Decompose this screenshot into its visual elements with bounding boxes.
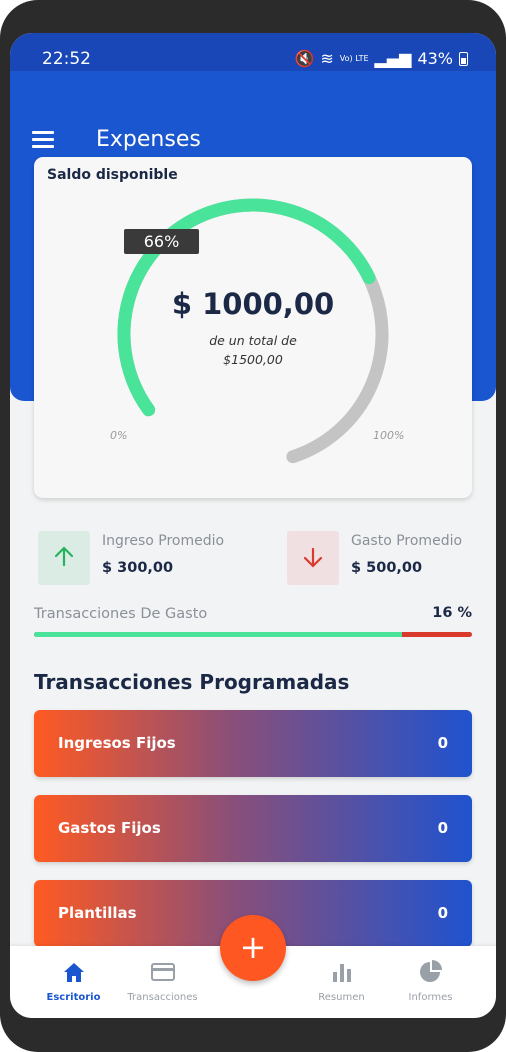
arrow-up-icon xyxy=(38,531,90,585)
battery-icon xyxy=(459,51,468,66)
percent-badge: 66% xyxy=(124,229,199,254)
fixed-income-label: Ingresos Fijos xyxy=(58,734,176,752)
card-icon xyxy=(150,963,175,981)
status-time: 22:52 xyxy=(42,49,91,69)
balance-card: Saldo disponible 66% $ 1000,00 de un tot… xyxy=(34,157,472,498)
of-total-label: de un total de xyxy=(209,333,297,348)
expense-transactions-label: Transacciones De Gasto xyxy=(34,606,208,622)
signal-icon: ▂▄▆ xyxy=(374,49,412,68)
app-title: Expenses xyxy=(96,127,201,152)
wifi-icon: ≋ xyxy=(320,49,334,68)
bar-chart-icon xyxy=(332,964,351,982)
nav-transactions[interactable]: Transacciones xyxy=(115,946,210,1018)
app-screen: 22:52 🔇 ≋ Vo) LTE ▂▄▆ 43% Expenses Saldo… xyxy=(10,33,496,1018)
scheduled-transactions-title: Transacciones Programadas xyxy=(34,670,350,694)
expense-transactions-percent: 16 % xyxy=(432,605,472,621)
average-expense-value: $ 500,00 xyxy=(351,560,423,576)
mute-icon: 🔇 xyxy=(294,49,315,68)
nav-desk-label: Escritorio xyxy=(46,992,101,1003)
average-expense-label: Gasto Promedio xyxy=(351,533,463,549)
fixed-expenses-count: 0 xyxy=(437,819,448,837)
arrow-down-icon xyxy=(287,531,339,585)
status-icons: 🔇 ≋ Vo) LTE ▂▄▆ 43% xyxy=(294,49,468,68)
expense-transactions-bar-fill xyxy=(34,632,402,637)
average-income-value: $ 300,00 xyxy=(102,560,174,576)
nav-summary[interactable]: Resumen xyxy=(294,946,389,1018)
nav-transactions-label: Transacciones xyxy=(127,992,198,1003)
fixed-expenses-card[interactable]: Gastos Fijos 0 xyxy=(34,795,472,862)
gauge-min-label: 0% xyxy=(110,429,128,442)
templates-count: 0 xyxy=(437,904,448,922)
fixed-income-card[interactable]: Ingresos Fijos 0 xyxy=(34,710,472,777)
battery-percent: 43% xyxy=(417,49,453,68)
add-button[interactable]: + xyxy=(220,915,286,981)
total-amount: $1500,00 xyxy=(223,352,283,367)
fixed-expenses-label: Gastos Fijos xyxy=(58,819,161,837)
templates-label: Plantillas xyxy=(58,904,137,922)
average-income-label: Ingreso Promedio xyxy=(102,533,225,549)
status-bar: 22:52 🔇 ≋ Vo) LTE ▂▄▆ 43% xyxy=(10,33,496,71)
expense-transactions-bar xyxy=(34,632,472,637)
available-amount: $ 1000,00 xyxy=(171,287,335,321)
lte-label: Vo) LTE xyxy=(339,54,369,63)
nav-desk[interactable]: Escritorio xyxy=(26,946,121,1018)
pie-chart-icon xyxy=(419,960,442,982)
fixed-income-count: 0 xyxy=(437,734,448,752)
nav-summary-label: Resumen xyxy=(318,992,365,1003)
gauge-max-label: 100% xyxy=(373,429,405,442)
nav-reports-label: Informes xyxy=(408,992,453,1003)
device-frame: 22:52 🔇 ≋ Vo) LTE ▂▄▆ 43% Expenses Saldo… xyxy=(0,0,506,1052)
home-icon xyxy=(63,963,84,982)
nav-reports[interactable]: Informes xyxy=(383,946,478,1018)
menu-icon[interactable] xyxy=(32,131,56,149)
balance-gauge xyxy=(117,198,389,464)
